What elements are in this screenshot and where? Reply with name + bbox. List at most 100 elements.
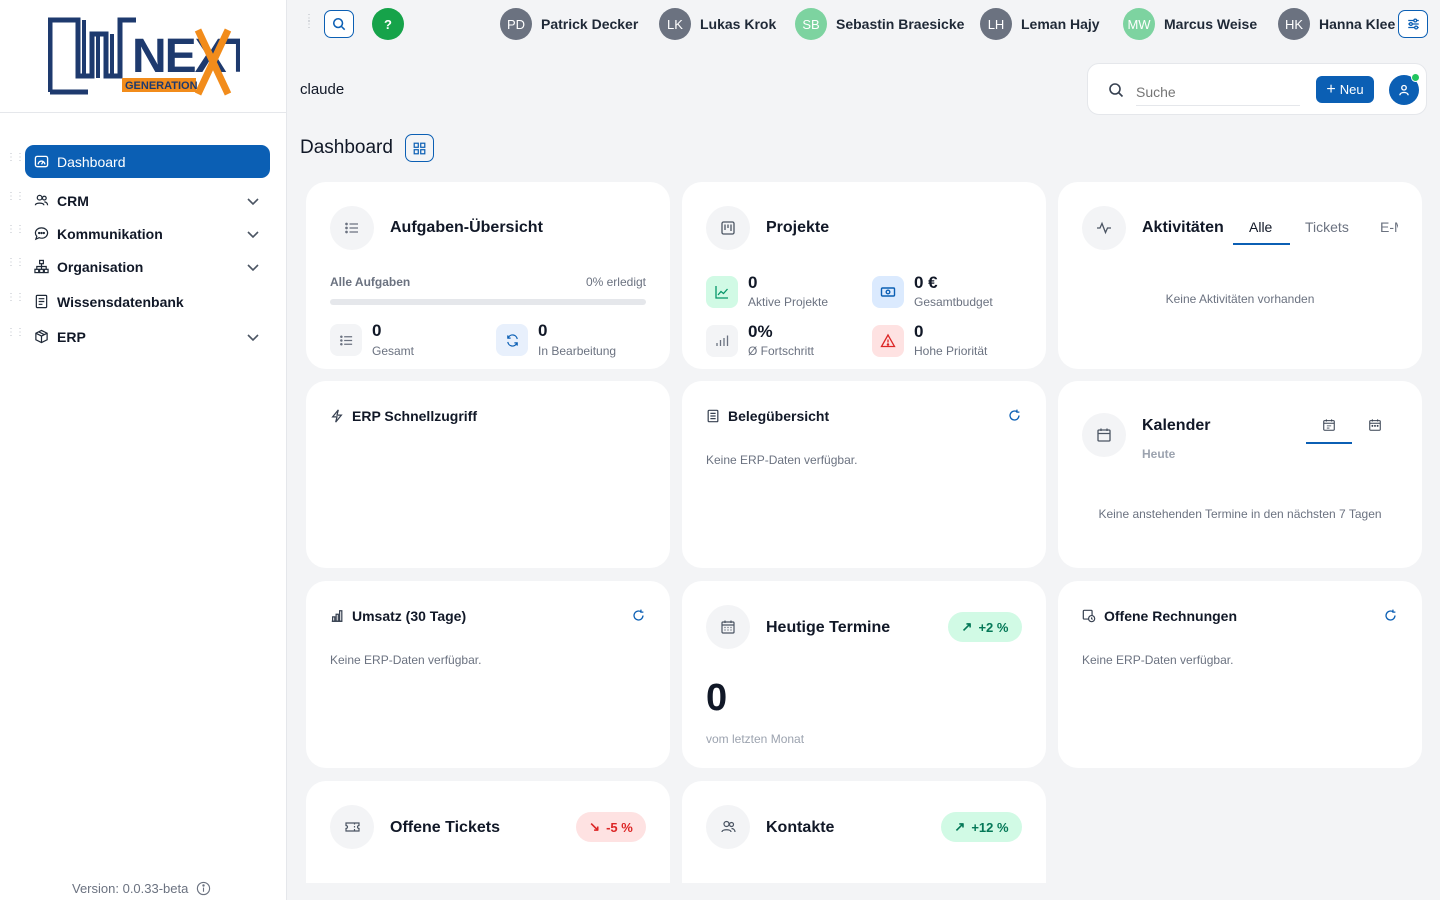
user-name: Patrick Decker xyxy=(541,16,639,32)
users-icon xyxy=(706,805,750,849)
company-logo[interactable]: NEXT GENERATION xyxy=(48,16,240,96)
trend-value: +12 % xyxy=(971,819,1009,835)
inprogress-label: In Bearbeitung xyxy=(538,344,617,358)
card-title: Offene Rechnungen xyxy=(1104,608,1238,624)
sidebar-item-wissensdatenbank[interactable]: ⋮⋮ Wissensdatenbank xyxy=(0,285,287,318)
calendar-grid-icon xyxy=(706,605,750,649)
search-icon xyxy=(332,17,346,31)
drag-handle-icon[interactable]: ⋮⋮ xyxy=(304,14,314,30)
sidebar-nav: ⋮⋮ Dashboard ⋮⋮ CRM ⋮⋮ Kommunikation ⋮⋮ … xyxy=(0,145,287,353)
profile-button[interactable] xyxy=(1389,73,1420,105)
online-user[interactable]: HK Hanna Klee xyxy=(1278,8,1395,40)
appointments-count: 0 xyxy=(706,677,728,719)
calendar-card: Kalender Heute Keine anstehenden Termine… xyxy=(1058,381,1422,568)
empty-state-text: Keine ERP-Daten verfügbar. xyxy=(1082,653,1234,667)
sidebar-item-erp[interactable]: ⋮⋮ ERP xyxy=(0,320,287,353)
high-priority-value: 0 xyxy=(914,322,924,341)
avg-progress-label: Ø Fortschritt xyxy=(748,344,815,358)
sidebar: NEXT GENERATION ⋮⋮ Dashboard ⋮⋮ CRM xyxy=(0,0,287,900)
day-view-icon[interactable] xyxy=(1322,418,1336,432)
sidebar-item-crm[interactable]: ⋮⋮ CRM xyxy=(0,184,287,217)
card-header: Offene Rechnungen xyxy=(1082,608,1237,624)
open-invoices-card: Offene Rechnungen Keine ERP-Daten verfüg… xyxy=(1058,581,1422,768)
card-title: Kontakte xyxy=(766,819,835,836)
online-user[interactable]: MW Marcus Weise xyxy=(1123,8,1257,40)
online-user[interactable]: SB Sebastin Braesicke xyxy=(795,8,964,40)
user-name: Marcus Weise xyxy=(1164,16,1258,32)
svg-text:GENERATION: GENERATION xyxy=(125,80,198,92)
sliders-icon xyxy=(1407,18,1419,30)
trend-value: -5 % xyxy=(606,819,633,835)
drag-handle-icon[interactable]: ⋮⋮ xyxy=(6,192,25,207)
bar-chart-icon xyxy=(331,610,343,622)
trending-up-icon xyxy=(706,276,738,308)
activities-card: Aktivitäten Alle Tickets E-M Keine Aktiv… xyxy=(1058,182,1422,369)
projects-card: Projekte 0 Aktive Projekte 0 € Gesamtbud… xyxy=(682,182,1046,369)
sidebar-item-label: ERP xyxy=(57,328,86,345)
budget-value: 0 € xyxy=(914,273,938,292)
search-icon xyxy=(1109,83,1124,98)
tasks-overview-card: Aufgaben-Übersicht Alle Aufgaben 0% erle… xyxy=(306,182,670,369)
high-priority-label: Hohe Priorität xyxy=(914,344,988,358)
card-title: ERP Schnellzugriff xyxy=(352,408,477,424)
trend-up-icon: ↗ xyxy=(961,619,973,634)
warning-icon xyxy=(872,325,904,357)
chevron-down-icon[interactable] xyxy=(246,227,260,241)
layout-grid-button[interactable] xyxy=(404,134,434,162)
sidebar-item-dashboard[interactable]: ⋮⋮ Dashboard xyxy=(0,145,287,178)
total-tasks-value: 0 xyxy=(372,321,382,340)
avatar: LK xyxy=(659,8,691,40)
settings-sliders-button[interactable] xyxy=(1398,10,1428,38)
user-name: Lukas Krok xyxy=(700,16,777,32)
card-title: Offene Tickets xyxy=(390,819,500,836)
trend-down-icon: ↘ xyxy=(589,819,601,834)
card-header: Belegübersicht xyxy=(706,408,829,424)
tab-email[interactable]: E-M xyxy=(1380,219,1398,235)
drag-handle-icon[interactable]: ⋮⋮ xyxy=(6,328,25,343)
drag-handle-icon[interactable]: ⋮⋮ xyxy=(6,293,25,308)
trend-up-icon: ↗ xyxy=(954,819,966,834)
card-title: Belegübersicht xyxy=(728,408,830,424)
budget-icon xyxy=(872,276,904,308)
refresh-icon[interactable] xyxy=(1008,409,1021,422)
inprogress-value: 0 xyxy=(538,321,548,340)
card-header: ERP Schnellzugriff xyxy=(330,408,477,424)
revenue-card: Umsatz (30 Tage) Keine ERP-Daten verfügb… xyxy=(306,581,670,768)
activity-pulse-icon xyxy=(1082,206,1126,250)
info-icon[interactable] xyxy=(196,881,211,896)
sidebar-item-organisation[interactable]: ⋮⋮ Organisation xyxy=(0,250,287,283)
tab-alle[interactable]: Alle xyxy=(1249,219,1272,235)
new-button[interactable]: + Neu xyxy=(1316,76,1374,103)
empty-state-text: Keine ERP-Daten verfügbar. xyxy=(706,453,858,467)
drag-handle-icon[interactable]: ⋮⋮ xyxy=(6,153,25,168)
active-view-indicator xyxy=(1306,442,1352,444)
progress-label: Alle Aufgaben xyxy=(330,275,411,289)
chevron-down-icon[interactable] xyxy=(246,194,260,208)
chevron-down-icon[interactable] xyxy=(246,330,260,344)
refresh-icon[interactable] xyxy=(632,609,645,622)
drag-handle-icon[interactable]: ⋮⋮ xyxy=(6,258,25,273)
user-name: Leman Hajy xyxy=(1021,16,1100,32)
chevron-down-icon[interactable] xyxy=(246,260,260,274)
online-user[interactable]: LH Leman Hajy xyxy=(980,8,1100,40)
refresh-icon[interactable] xyxy=(1384,609,1397,622)
tenant-name: claude xyxy=(300,81,345,98)
active-projects-value: 0 xyxy=(748,273,758,292)
calendar-icon xyxy=(1082,413,1126,457)
online-status-dot xyxy=(1411,73,1420,82)
online-user[interactable]: PD Patrick Decker xyxy=(500,8,638,40)
avatar: HK xyxy=(1278,8,1310,40)
version-text: Version: 0.0.33-beta xyxy=(72,881,189,896)
online-user[interactable]: LK Lukas Krok xyxy=(659,8,776,40)
sidebar-item-label: Organisation xyxy=(57,258,144,275)
help-button[interactable]: ? xyxy=(372,8,404,40)
search-input[interactable] xyxy=(1136,78,1300,106)
sidebar-item-label: Dashboard xyxy=(57,153,126,170)
budget-label: Gesamtbudget xyxy=(914,295,993,309)
sidebar-item-kommunikation[interactable]: ⋮⋮ Kommunikation xyxy=(0,217,287,250)
global-search-button[interactable] xyxy=(324,10,354,38)
week-view-icon[interactable] xyxy=(1368,418,1382,432)
tab-tickets[interactable]: Tickets xyxy=(1305,219,1349,235)
drag-handle-icon[interactable]: ⋮⋮ xyxy=(6,225,25,240)
calendar-subtitle: Heute xyxy=(1142,447,1176,461)
